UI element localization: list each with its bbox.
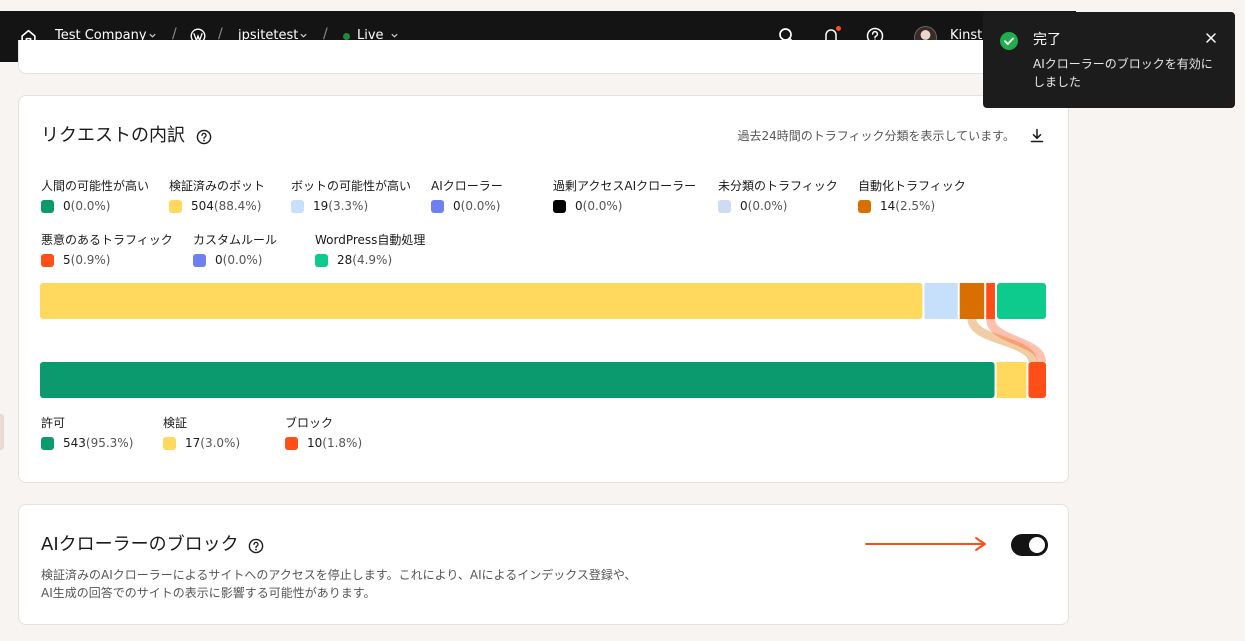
legend-swatch bbox=[315, 253, 328, 267]
legend-item-malicious: 悪意のあるトラフィック 5 (0.9%) bbox=[41, 233, 173, 267]
legend-swatch bbox=[193, 253, 206, 267]
card-subtitle: 過去24時間のトラフィック分類を表示しています。 bbox=[737, 129, 1015, 143]
help-icon[interactable] bbox=[248, 538, 264, 554]
category-bar-segment[interactable] bbox=[986, 283, 995, 319]
legend-swatch bbox=[169, 199, 182, 213]
notification-dot bbox=[836, 26, 841, 31]
toast-message: AIクローラーのブロックを有効にしました bbox=[1033, 57, 1213, 89]
legend-item-block: ブロック 10 (1.8%) bbox=[285, 416, 363, 450]
category-bar-segment[interactable] bbox=[40, 283, 923, 319]
legend-swatch bbox=[41, 436, 54, 450]
category-bar-segment[interactable] bbox=[924, 283, 958, 319]
legend-item-likely-bot: ボットの可能性が高い 19 (3.3%) bbox=[291, 179, 412, 213]
legend-swatch bbox=[291, 199, 304, 213]
toggle-knob bbox=[1029, 537, 1045, 553]
traffic-flow-chart bbox=[40, 283, 1046, 398]
close-icon[interactable] bbox=[1205, 32, 1217, 44]
outcome-bar-segment[interactable] bbox=[996, 362, 1027, 398]
legend-swatch bbox=[163, 436, 176, 450]
request-breakdown-card: リクエストの内訳 過去24時間のトラフィック分類を表示しています。 人間の可能性… bbox=[18, 95, 1069, 483]
success-toast: 完了 AIクローラーのブロックを有効にしました bbox=[983, 12, 1235, 108]
sidebar-edge bbox=[0, 414, 4, 450]
legend-item-ai-crawler: AIクローラー 0 (0.0%) bbox=[431, 179, 503, 213]
ai-crawler-block-card: AIクローラーのブロック 検証済みのAIクローラーによるサイトへのアクセスを停止… bbox=[18, 504, 1069, 625]
card-description: 検証済みのAIクローラーによるサイトへのアクセスを停止します。これにより、AIに… bbox=[41, 568, 637, 600]
legend-swatch bbox=[431, 199, 444, 213]
legend-item-human: 人間の可能性が高い 0 (0.0%) bbox=[41, 179, 150, 213]
card-title: AIクローラーのブロック bbox=[41, 534, 239, 555]
outcome-bar-segment[interactable] bbox=[1028, 362, 1046, 398]
legend-item-verified-bot: 検証済みのボット 504 (88.4%) bbox=[169, 179, 266, 213]
legend-swatch bbox=[41, 199, 54, 213]
chevron-down-icon[interactable] bbox=[390, 31, 399, 40]
chevron-down-icon[interactable] bbox=[299, 31, 308, 40]
legend-swatch bbox=[718, 199, 731, 213]
legend-item-excessive-ai-crawler: 過剰アクセスAIクローラー 0 (0.0%) bbox=[553, 179, 697, 213]
download-icon[interactable] bbox=[1030, 128, 1044, 143]
legend-item-allow: 許可 543 (95.3%) bbox=[41, 416, 134, 450]
check-circle-icon bbox=[1000, 32, 1018, 50]
previous-card bbox=[18, 40, 1070, 74]
outcome-bar-segment[interactable] bbox=[40, 362, 995, 398]
chevron-down-icon[interactable] bbox=[148, 31, 157, 40]
legend-item-challenge: 検証 17 (3.0%) bbox=[163, 416, 241, 450]
legend-swatch bbox=[285, 436, 298, 450]
category-bar-segment[interactable] bbox=[996, 283, 1046, 319]
legend-swatch bbox=[553, 199, 566, 213]
category-bar-segment[interactable] bbox=[959, 283, 985, 319]
card-title: リクエストの内訳 bbox=[41, 125, 185, 146]
toast-title: 完了 bbox=[1033, 32, 1061, 48]
ai-crawler-block-toggle[interactable] bbox=[1011, 534, 1048, 556]
legend-swatch bbox=[858, 199, 871, 213]
legend-item-wordpress-automation: WordPress自動処理 28 (4.9%) bbox=[315, 233, 426, 267]
environment-status-dot bbox=[343, 33, 350, 40]
help-icon[interactable] bbox=[196, 129, 212, 145]
legend-swatch bbox=[41, 253, 54, 267]
arrow-right-icon bbox=[865, 537, 986, 551]
legend-item-unclassified: 未分類のトラフィック 0 (0.0%) bbox=[718, 179, 838, 213]
legend-item-automated: 自動化トラフィック 14 (2.5%) bbox=[858, 179, 966, 213]
legend-item-custom-rule: カスタムルール 0 (0.0%) bbox=[193, 233, 278, 267]
